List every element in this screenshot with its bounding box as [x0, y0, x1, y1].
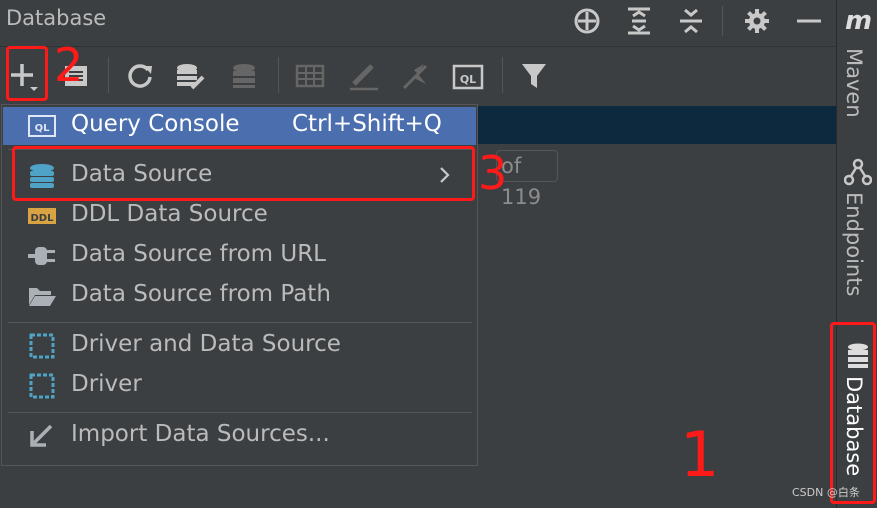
watermark: CSDN @白条 [792, 486, 860, 499]
annotation-number-1: 1 [680, 418, 720, 491]
menu-item-label: DDL Data Source [71, 201, 268, 227]
menu-divider [8, 412, 472, 413]
menu-item-data-source-from-url[interactable]: Data Source from URL [3, 237, 476, 275]
driver-icon [27, 373, 57, 399]
menu-item-driver[interactable]: Driver [3, 367, 476, 405]
annotation-box-3 [12, 146, 475, 201]
menu-item-shortcut: Ctrl+Shift+Q [292, 111, 442, 137]
driver-icon [27, 333, 57, 359]
endpoints-tab[interactable]: Endpoints [842, 192, 866, 296]
menu-item-label: Driver [71, 371, 142, 397]
menu-item-driver-and-data-source[interactable]: Driver and Data Source [3, 327, 476, 365]
plug-icon [27, 243, 57, 269]
endpoints-icon[interactable] [843, 158, 873, 186]
svg-text:QL: QL [460, 73, 476, 86]
minimize-icon[interactable] [794, 6, 824, 36]
header-divider [722, 6, 723, 36]
toolbar-divider [502, 57, 503, 93]
svg-text:DDL: DDL [31, 213, 55, 224]
menu-item-label: Data Source from URL [71, 241, 326, 267]
collapse-all-icon[interactable] [676, 6, 706, 36]
ql-icon: QL [27, 113, 57, 139]
refresh-icon[interactable] [124, 60, 156, 92]
menu-item-label: Query Console [71, 111, 240, 137]
ql-console-icon[interactable]: QL [452, 60, 484, 92]
annotation-number-2: 2 [54, 38, 84, 92]
filter-icon[interactable] [518, 60, 550, 92]
panel-header [0, 0, 836, 45]
toolbar-divider [278, 57, 279, 93]
maven-m-icon[interactable]: m [845, 6, 872, 36]
selected-tree-row[interactable] [470, 106, 836, 144]
menu-item-ddl-data-source[interactable]: DDL DDL Data Source [3, 197, 476, 235]
crosshair-icon[interactable] [572, 6, 602, 36]
menu-item-label: Import Data Sources... [71, 421, 330, 447]
annotation-box-1 [830, 322, 876, 504]
folder-open-icon [27, 283, 57, 309]
toolbar-divider [108, 57, 109, 93]
menu-divider [8, 322, 472, 323]
panel-title: Database [6, 6, 107, 30]
table-icon[interactable] [294, 60, 326, 92]
annotation-box-2 [6, 46, 48, 101]
menu-item-label: Driver and Data Source [71, 331, 341, 357]
menu-item-data-source-from-path[interactable]: Data Source from Path [3, 277, 476, 315]
maven-tab[interactable]: Maven [842, 48, 866, 118]
ddl-icon: DDL [27, 203, 57, 229]
menu-item-import-data-sources[interactable]: Import Data Sources... [3, 417, 476, 455]
gear-icon[interactable] [742, 6, 772, 36]
db-tools-icon[interactable] [174, 60, 206, 92]
menu-item-label: Data Source from Path [71, 281, 331, 307]
expand-all-icon[interactable] [624, 6, 654, 36]
jump-icon[interactable] [400, 60, 432, 92]
edit-icon[interactable] [348, 60, 380, 92]
svg-text:QL: QL [35, 123, 51, 134]
database-disabled-icon[interactable] [228, 60, 260, 92]
menu-item-query-console[interactable]: QL Query Console Ctrl+Shift+Q [3, 107, 476, 145]
import-arrow-icon [27, 423, 57, 449]
annotation-number-3: 3 [478, 146, 508, 200]
